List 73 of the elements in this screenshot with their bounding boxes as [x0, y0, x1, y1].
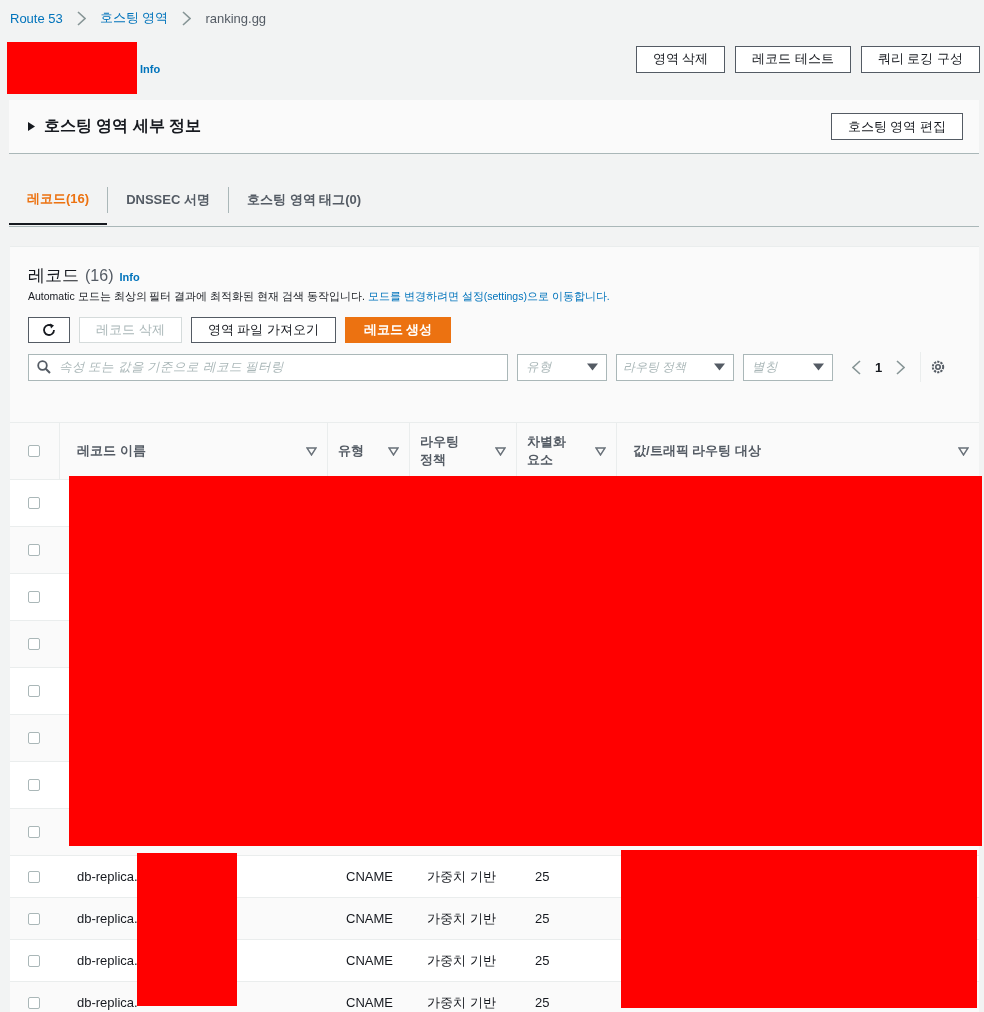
sort-icon[interactable] [958, 446, 969, 456]
row-checkbox[interactable] [28, 638, 40, 650]
table-cell: 가중치 기반 [427, 952, 496, 968]
row-checkbox[interactable] [28, 732, 40, 744]
sort-icon[interactable] [306, 446, 317, 456]
tab[interactable]: 호스팅 영역 태그(0) [228, 175, 380, 225]
column-header[interactable]: 레코드 이름 [77, 442, 146, 460]
record-count: (16) [85, 267, 114, 285]
info-link[interactable]: Info [140, 63, 161, 75]
refresh-icon [41, 322, 57, 338]
sort-icon[interactable] [388, 446, 399, 456]
action-button[interactable]: 영역 파일 가져오기 [190, 317, 336, 343]
header-button[interactable]: 영역 삭제 [635, 45, 726, 73]
breadcrumb-link[interactable]: 호스팅 영역 [99, 9, 169, 27]
table-cell: db-replica. [77, 869, 138, 884]
table-cell: CNAME [346, 869, 393, 884]
filter-dropdown[interactable]: 유형 [517, 353, 607, 381]
table-cell: 가중치 기반 [427, 910, 496, 926]
table-cell: 25 [535, 953, 550, 968]
sort-icon[interactable] [595, 446, 606, 456]
row-checkbox[interactable] [28, 497, 40, 509]
edit-button[interactable]: 호스팅 영역 편집 [830, 113, 963, 140]
table-cell: CNAME [346, 995, 393, 1010]
table-cell: 가중치 기반 [427, 868, 496, 884]
header-button[interactable]: 쿼리 로깅 구성 [860, 45, 980, 73]
filter-dropdown[interactable]: 라우팅 정책 [616, 353, 734, 381]
table-cell: db-replica. [77, 911, 138, 926]
description-text: Automatic 모드는 최상의 필터 결과에 최적화된 현재 검색 동작입니다. 모드를 변경하려면 설정(settings)으로 이동합니다. [28, 290, 611, 304]
table-cell: 25 [535, 911, 550, 926]
settings-icon[interactable] [930, 359, 947, 375]
page-number[interactable]: 1 [875, 359, 883, 375]
panel-title: 레코드 [28, 265, 79, 287]
select-all-checkbox[interactable] [28, 445, 40, 457]
column-header[interactable]: 라우팅 정책 [420, 433, 472, 469]
table-cell: 25 [535, 995, 550, 1010]
table-cell: CNAME [346, 953, 393, 968]
row-checkbox[interactable] [28, 544, 40, 556]
section-title: 호스팅 영역 세부 정보 [44, 116, 202, 136]
row-checkbox[interactable] [28, 591, 40, 603]
caret-down-icon [813, 362, 824, 372]
table-cell: CNAME [346, 911, 393, 926]
table-cell: 25 [535, 869, 550, 884]
caret-right-icon[interactable] [27, 122, 36, 131]
row-checkbox[interactable] [28, 870, 40, 883]
search-icon [37, 360, 51, 374]
caret-down-icon [587, 362, 598, 372]
column-header[interactable]: 값/트래픽 라우팅 대상 [633, 442, 761, 460]
tab[interactable]: DNSSEC 서명 [108, 175, 228, 225]
caret-down-icon [714, 362, 725, 372]
table-cell: db-replica. [77, 953, 138, 968]
chevron-right-icon [76, 10, 86, 26]
info-link[interactable]: Info [119, 271, 140, 283]
row-checkbox[interactable] [28, 996, 40, 1009]
refresh-button[interactable] [28, 317, 70, 343]
row-checkbox[interactable] [28, 826, 40, 838]
breadcrumb-link[interactable]: Route 53 [10, 10, 63, 26]
row-checkbox[interactable] [28, 954, 40, 967]
row-checkbox[interactable] [28, 912, 40, 925]
row-checkbox[interactable] [28, 685, 40, 697]
filter-dropdown[interactable]: 별칭 [743, 353, 833, 381]
breadcrumb-current: ranking.gg [205, 10, 267, 26]
chevron-right-icon [896, 359, 906, 375]
search-field[interactable]: 속성 또는 값을 기준으로 레코드 필터링 [28, 353, 508, 381]
settings-link[interactable]: 모드를 변경하려면 설정(settings)으로 이동합니다. [367, 290, 610, 302]
table-cell: db-replica. [77, 995, 138, 1010]
table-cell: 가중치 기반 [427, 994, 496, 1010]
row-checkbox[interactable] [28, 779, 40, 791]
chevron-left-icon[interactable] [852, 359, 861, 375]
sort-icon[interactable] [495, 446, 506, 456]
chevron-right-icon [182, 10, 192, 26]
header-button[interactable]: 레코드 테스트 [735, 45, 851, 73]
column-header[interactable]: 유형 [338, 442, 364, 460]
column-header[interactable]: 차별화 요소 [527, 433, 571, 469]
